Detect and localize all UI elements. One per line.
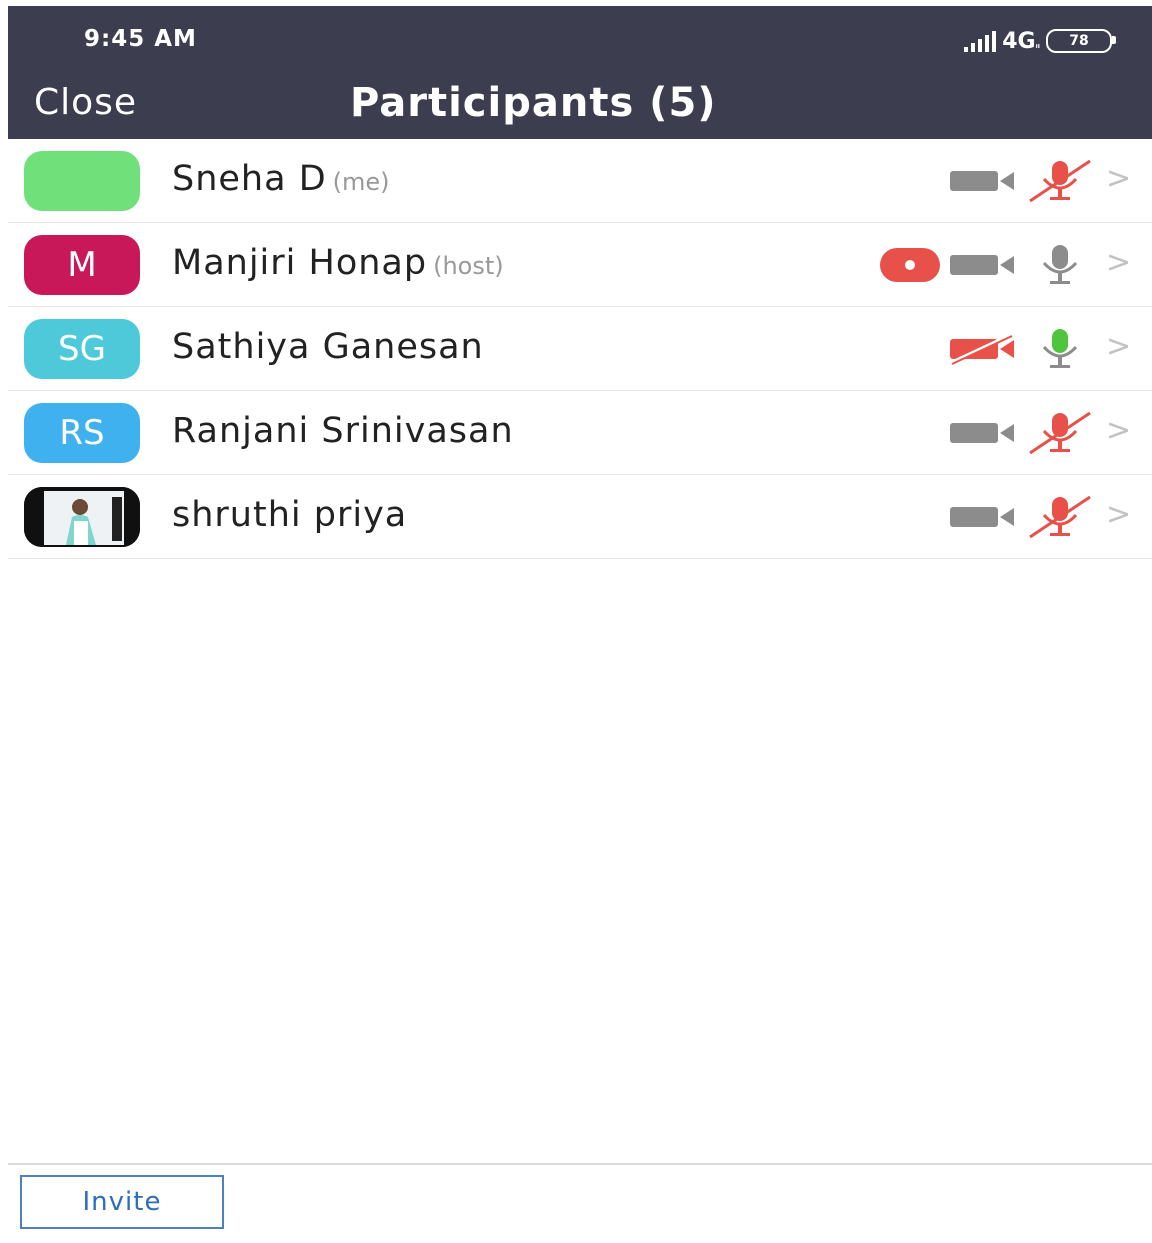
recording-icon — [880, 248, 940, 282]
chevron-right-icon[interactable]: > — [1106, 497, 1131, 532]
participant-name: Ranjani Srinivasan — [172, 411, 514, 451]
video-camera-icon[interactable] — [948, 501, 1020, 533]
participant-row[interactable]: M Manjiri Honap (host) > — [8, 223, 1152, 307]
avatar-photo — [24, 487, 140, 547]
participant-list: Sneha D (me) > M Manjiri Honap (host) > … — [8, 139, 1152, 559]
page-title: Participants (5) — [350, 80, 717, 126]
participant-name: shruthi priya — [172, 495, 407, 535]
participant-name-text: Sathiya Ganesan — [172, 327, 484, 367]
mic-icon[interactable] — [1024, 241, 1094, 287]
participant-row[interactable]: RS Ranjani Srinivasan > — [8, 391, 1152, 475]
avatar-initials: RS — [59, 413, 105, 453]
mic-muted-icon[interactable] — [1024, 493, 1094, 539]
network-sub-label: ᵢₗ — [1035, 39, 1040, 51]
participant-name-text: shruthi priya — [172, 495, 408, 535]
participant-name: Sathiya Ganesan — [172, 327, 484, 367]
participant-tag: (me) — [332, 168, 390, 196]
mic-muted-icon[interactable] — [1024, 409, 1094, 455]
mic-muted-icon[interactable] — [1024, 157, 1094, 203]
chevron-right-icon[interactable]: > — [1106, 161, 1131, 196]
network-type: 4Gᵢₗ — [1002, 29, 1040, 54]
close-button[interactable]: Close — [34, 82, 137, 123]
chevron-right-icon[interactable]: > — [1106, 245, 1131, 280]
participant-row[interactable]: Sneha D (me) > — [8, 139, 1152, 223]
invite-button[interactable]: Invite — [20, 1175, 224, 1229]
video-camera-icon[interactable] — [948, 249, 1020, 281]
avatar: RS — [24, 403, 140, 463]
avatar: M — [24, 235, 140, 295]
status-time: 9:45 AM — [84, 26, 197, 52]
chevron-right-icon[interactable]: > — [1106, 413, 1131, 448]
avatar-initials: M — [67, 245, 97, 285]
battery-icon: 78 — [1046, 29, 1116, 53]
participant-tag: (host) — [433, 252, 504, 280]
participant-name: Sneha D (me) — [172, 159, 390, 199]
participant-name-text: Manjiri Honap — [172, 243, 428, 283]
video-camera-icon[interactable] — [948, 417, 1020, 449]
participant-row[interactable]: shruthi priya > — [8, 475, 1152, 559]
participant-name: Manjiri Honap (host) — [172, 243, 504, 283]
status-indicators: 4Gᵢₗ 78 — [964, 26, 1116, 56]
avatar: SG — [24, 319, 140, 379]
video-off-icon[interactable] — [948, 333, 1020, 365]
video-camera-icon[interactable] — [948, 165, 1020, 197]
signal-strength-icon — [964, 30, 997, 52]
mic-active-icon[interactable] — [1024, 325, 1094, 371]
participant-row[interactable]: SG Sathiya Ganesan > — [8, 307, 1152, 391]
avatar — [24, 151, 140, 211]
app-frame: 9:45 AM 4Gᵢₗ 78 Close Participants (5) S… — [8, 6, 1152, 1243]
header-bar: 9:45 AM 4Gᵢₗ 78 Close Participants (5) — [8, 6, 1152, 139]
network-label: 4G — [1002, 28, 1036, 54]
participant-name-text: Ranjani Srinivasan — [172, 411, 514, 451]
battery-level: 78 — [1069, 33, 1089, 49]
avatar-initials: SG — [58, 329, 106, 369]
participant-name-text: Sneha D — [172, 159, 327, 199]
footer-bar: Invite — [8, 1163, 1152, 1243]
profile-photo-image — [24, 487, 140, 547]
chevron-right-icon[interactable]: > — [1106, 329, 1131, 364]
